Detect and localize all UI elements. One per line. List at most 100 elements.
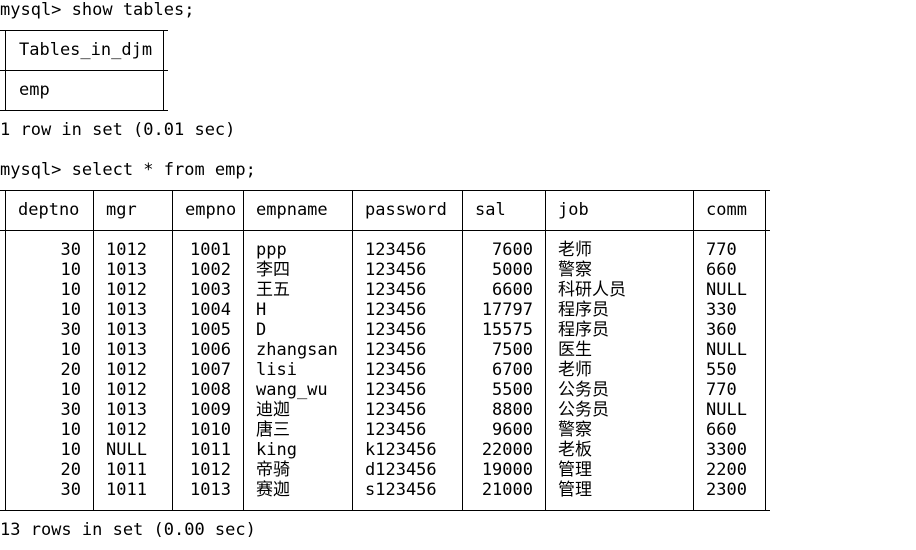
table-cell: 李四 bbox=[256, 260, 290, 280]
table-cell: 1006 bbox=[190, 340, 231, 360]
table-cell: 7500 bbox=[492, 340, 533, 360]
table-cell: 1002 bbox=[190, 260, 231, 280]
column-header: sal bbox=[475, 200, 506, 220]
table-cell: 30 bbox=[60, 400, 81, 420]
column-header: job bbox=[558, 200, 589, 220]
table-cell: 15575 bbox=[481, 320, 533, 340]
table-cell: lisi bbox=[256, 360, 297, 380]
result-summary: 13 rows in set (0.00 sec) bbox=[0, 520, 256, 540]
table-cell: 王五 bbox=[256, 280, 290, 300]
table-cell: 660 bbox=[706, 420, 737, 440]
table-border bbox=[93, 190, 94, 510]
table-cell: wang_wu bbox=[256, 380, 328, 400]
table-cell: 123456 bbox=[365, 360, 427, 380]
table-cell: 2200 bbox=[706, 460, 747, 480]
table-cell: k123456 bbox=[365, 440, 437, 460]
table-cell: 1003 bbox=[190, 280, 231, 300]
column-header: deptno bbox=[18, 200, 80, 220]
table-cell: 770 bbox=[706, 240, 737, 260]
table-cell: 1011 bbox=[106, 460, 147, 480]
table-border bbox=[462, 190, 463, 510]
table-cell: 17797 bbox=[481, 300, 533, 320]
table-cell: 550 bbox=[706, 360, 737, 380]
table-cell: zhangsan bbox=[256, 340, 338, 360]
table-cell: 医生 bbox=[558, 340, 592, 360]
table-cell: 1008 bbox=[190, 380, 231, 400]
table-cell: 360 bbox=[706, 320, 737, 340]
table-cell: 1013 bbox=[106, 320, 147, 340]
table-cell: 20 bbox=[60, 460, 81, 480]
table-cell: 10 bbox=[60, 380, 81, 400]
table-cell: 660 bbox=[706, 260, 737, 280]
table-cell: 20 bbox=[60, 360, 81, 380]
table-cell: 123456 bbox=[365, 400, 427, 420]
table-border bbox=[0, 510, 770, 511]
table-cell: 770 bbox=[706, 380, 737, 400]
table-border bbox=[0, 230, 770, 231]
table-cell: 帝骑 bbox=[256, 460, 290, 480]
table-cell: 5500 bbox=[492, 380, 533, 400]
table-border bbox=[172, 190, 173, 510]
command-line: mysql> select * from emp; bbox=[0, 160, 256, 180]
table-cell: 1011 bbox=[190, 440, 231, 460]
column-header: password bbox=[365, 200, 447, 220]
column-header: comm bbox=[706, 200, 747, 220]
table-cell: 公务员 bbox=[558, 400, 609, 420]
table-cell: 1005 bbox=[190, 320, 231, 340]
table-cell: ppp bbox=[256, 240, 287, 260]
table-cell: 老板 bbox=[558, 440, 592, 460]
table-cell: 2300 bbox=[706, 480, 747, 500]
table-border bbox=[693, 190, 694, 510]
column-header: empname bbox=[256, 200, 328, 220]
table-cell: 赛迦 bbox=[256, 480, 290, 500]
table-cell: 123456 bbox=[365, 300, 427, 320]
result-summary: 1 row in set (0.01 sec) bbox=[0, 120, 236, 140]
table-cell: 8800 bbox=[492, 400, 533, 420]
table-cell: H bbox=[256, 300, 267, 320]
table-cell: 公务员 bbox=[558, 380, 609, 400]
table-cell: s123456 bbox=[365, 480, 437, 500]
table-cell: NULL bbox=[706, 280, 747, 300]
table-cell: 22000 bbox=[481, 440, 533, 460]
table-cell: 老师 bbox=[558, 240, 592, 260]
table-cell: 10 bbox=[60, 420, 81, 440]
table-cell: 1009 bbox=[190, 400, 231, 420]
table-cell: 1012 bbox=[106, 280, 147, 300]
table-border bbox=[545, 190, 546, 510]
table-cell: 1012 bbox=[106, 420, 147, 440]
table-cell: NULL bbox=[106, 440, 147, 460]
table-cell: NULL bbox=[706, 400, 747, 420]
table-cell: 30 bbox=[60, 480, 81, 500]
table-cell: 10 bbox=[60, 300, 81, 320]
table-border bbox=[5, 190, 6, 510]
table-cell: 123456 bbox=[365, 420, 427, 440]
table-cell: 1012 bbox=[106, 360, 147, 380]
table-border bbox=[0, 190, 770, 191]
table-cell: 1011 bbox=[106, 480, 147, 500]
table-cell: 30 bbox=[60, 320, 81, 340]
table-cell: 9600 bbox=[492, 420, 533, 440]
table-border bbox=[0, 30, 168, 31]
table-cell: 管理 bbox=[558, 460, 592, 480]
table-cell: 1013 bbox=[106, 340, 147, 360]
table-cell: 5000 bbox=[492, 260, 533, 280]
table-cell: d123456 bbox=[365, 460, 437, 480]
table-cell: 管理 bbox=[558, 480, 592, 500]
command-line: mysql> show tables; bbox=[0, 0, 195, 20]
table-cell: 10 bbox=[60, 440, 81, 460]
table-cell: 1012 bbox=[190, 460, 231, 480]
table-cell: 警察 bbox=[558, 420, 592, 440]
table-cell: 123456 bbox=[365, 380, 427, 400]
table-cell: 19000 bbox=[481, 460, 533, 480]
table-cell: 3300 bbox=[706, 440, 747, 460]
table-cell: 程序员 bbox=[558, 300, 609, 320]
table-cell: 1013 bbox=[106, 400, 147, 420]
table-cell: 程序员 bbox=[558, 320, 609, 340]
table-cell: 1012 bbox=[106, 240, 147, 260]
table-cell: 123456 bbox=[365, 340, 427, 360]
table-cell: 1007 bbox=[190, 360, 231, 380]
table-cell: king bbox=[256, 440, 297, 460]
table-cell: 6700 bbox=[492, 360, 533, 380]
table-cell: 1004 bbox=[190, 300, 231, 320]
table-cell: 10 bbox=[60, 260, 81, 280]
